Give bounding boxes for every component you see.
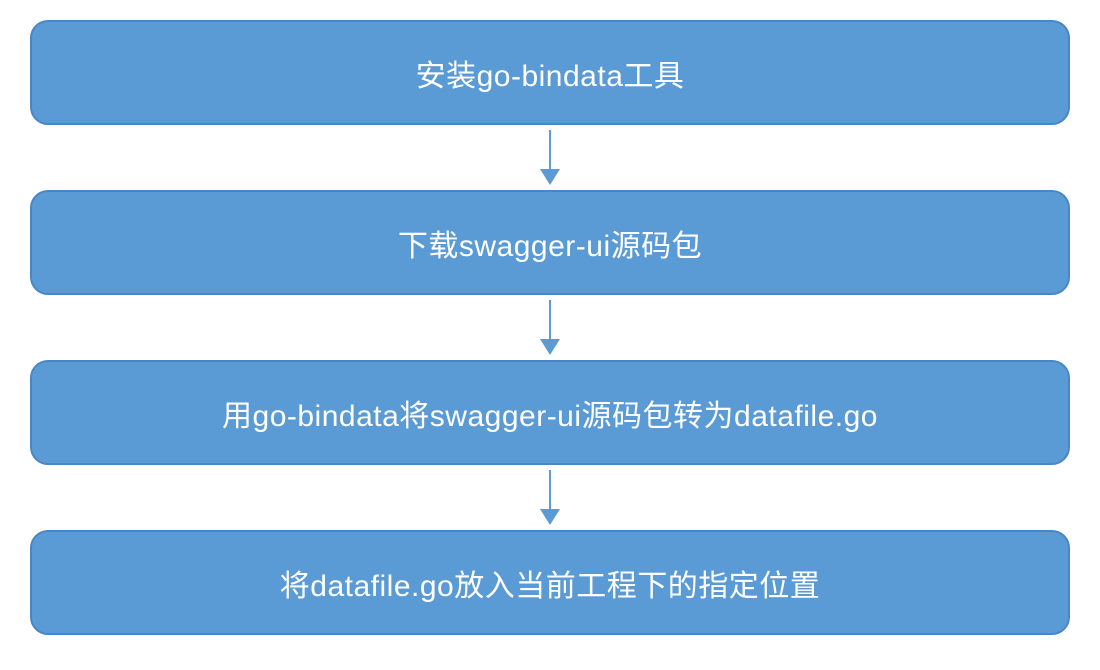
arrow-2 [538, 295, 562, 360]
arrow-down-icon [538, 130, 562, 185]
arrow-1 [538, 125, 562, 190]
flow-step-2: 下载swagger-ui源码包 [30, 190, 1070, 295]
flow-step-3: 用go-bindata将swagger-ui源码包转为datafile.go [30, 360, 1070, 465]
flow-step-2-label: 下载swagger-ui源码包 [398, 221, 702, 265]
arrow-3 [538, 465, 562, 530]
flow-step-1-label: 安装go-bindata工具 [416, 51, 685, 95]
flow-step-4: 将datafile.go放入当前工程下的指定位置 [30, 530, 1070, 635]
arrow-down-icon [538, 470, 562, 525]
arrow-down-icon [538, 300, 562, 355]
flow-step-1: 安装go-bindata工具 [30, 20, 1070, 125]
flow-step-3-label: 用go-bindata将swagger-ui源码包转为datafile.go [222, 391, 878, 435]
flow-step-4-label: 将datafile.go放入当前工程下的指定位置 [280, 561, 820, 605]
